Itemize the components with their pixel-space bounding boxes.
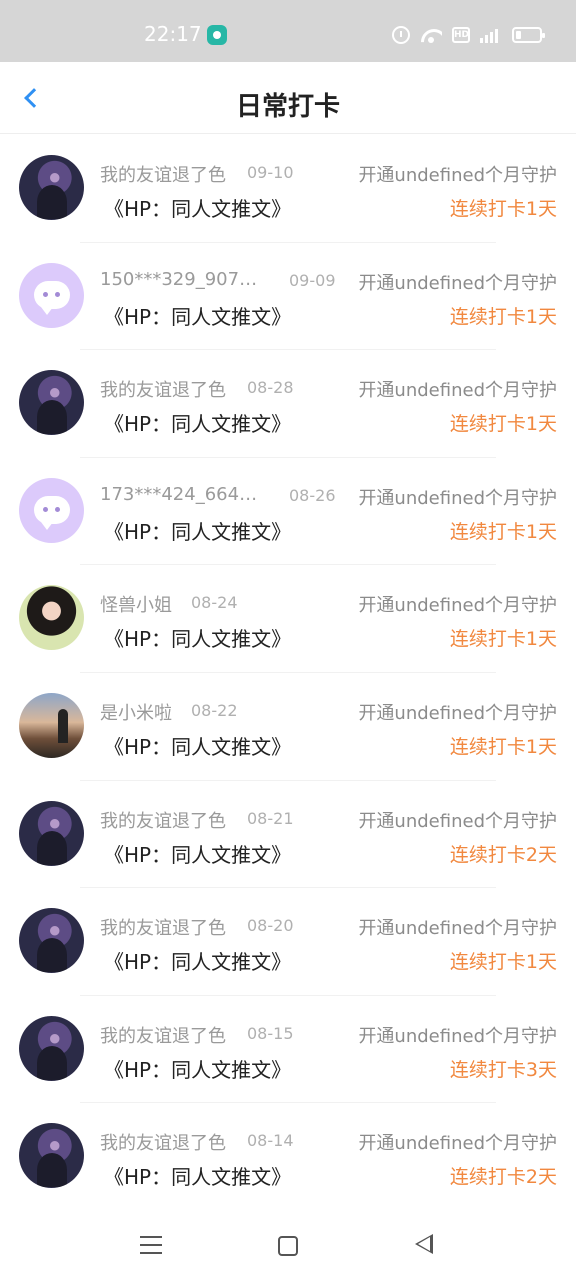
streak-count: 连续打卡3天 xyxy=(449,1058,557,1081)
avatar[interactable] xyxy=(19,692,84,758)
guard-status: 开通undefined个月守护 xyxy=(358,165,557,186)
battery-icon xyxy=(512,27,545,43)
book-title[interactable]: 《HP：同人文推文》 xyxy=(104,623,291,652)
checkin-date: 08-14 xyxy=(247,1131,294,1151)
guard-status: 开通undefined个月守护 xyxy=(358,810,557,832)
avatar[interactable] xyxy=(19,908,84,974)
book-title[interactable]: 《HP：同人文推文》 xyxy=(104,839,291,868)
user-name[interactable]: 是小米啦 xyxy=(100,699,172,725)
book-title[interactable]: 《HP：同人文推文》 xyxy=(104,408,291,437)
guard-status: 开通undefined个月守护 xyxy=(358,1025,557,1047)
list-item[interactable]: 我的友谊退了色 08-15 开通undefined个月守护 《HP：同人文推文》… xyxy=(0,996,576,1104)
page-title: 日常打卡 xyxy=(235,92,340,122)
streak-count: 连续打卡1天 xyxy=(449,951,557,974)
user-name[interactable]: 我的友谊退了色 xyxy=(100,807,226,833)
menu-icon[interactable] xyxy=(140,1236,162,1254)
streak-count: 连续打卡1天 xyxy=(449,628,557,651)
streak-count: 连续打卡1天 xyxy=(449,198,557,220)
checkin-date: 08-24 xyxy=(191,593,238,613)
status-icons: HD xyxy=(392,24,545,46)
system-navigation-bar xyxy=(0,1210,576,1280)
streak-count: 连续打卡2天 xyxy=(449,843,557,866)
streak-count: 连续打卡1天 xyxy=(449,735,557,758)
streak-count: 连续打卡1天 xyxy=(449,520,557,543)
book-title[interactable]: 《HP：同人文推文》 xyxy=(104,301,291,330)
user-name[interactable]: 173***424_66452... xyxy=(100,484,268,505)
user-name[interactable]: 我的友谊退了色 xyxy=(100,376,226,402)
user-name[interactable]: 我的友谊退了色 xyxy=(100,914,226,940)
avatar[interactable] xyxy=(19,370,84,436)
guard-status: 开通undefined个月守护 xyxy=(358,1133,557,1155)
avatar[interactable] xyxy=(19,585,84,651)
list-item[interactable]: 我的友谊退了色 08-20 开通undefined个月守护 《HP：同人文推文》… xyxy=(0,888,576,996)
checkin-date: 09-09 xyxy=(289,270,336,290)
avatar[interactable] xyxy=(19,1015,84,1081)
chat-bubble-icon xyxy=(34,495,70,530)
checkin-date: 08-26 xyxy=(289,485,336,505)
avatar[interactable] xyxy=(19,262,84,328)
chat-bubble-icon xyxy=(34,280,70,315)
guard-status: 开通undefined个月守护 xyxy=(358,918,557,940)
user-name[interactable]: 150***329_90729... xyxy=(100,269,268,290)
avatar[interactable] xyxy=(19,155,84,220)
streak-count: 连续打卡2天 xyxy=(449,1166,557,1189)
guard-status: 开通undefined个月守护 xyxy=(358,595,557,617)
app-notification-icon xyxy=(207,25,227,45)
checkin-date: 09-10 xyxy=(247,163,294,182)
checkin-date: 08-28 xyxy=(247,378,294,398)
avatar[interactable] xyxy=(19,1123,84,1189)
streak-count: 连续打卡1天 xyxy=(449,305,557,328)
list-item[interactable]: 怪兽小姐 08-24 开通undefined个月守护 《HP：同人文推文》 连续… xyxy=(0,565,576,673)
book-title[interactable]: 《HP：同人文推文》 xyxy=(104,516,291,545)
status-bar: 22:17 HD xyxy=(0,0,576,62)
streak-count: 连续打卡1天 xyxy=(449,413,557,436)
list-item[interactable]: 我的友谊退了色 08-21 开通undefined个月守护 《HP：同人文推文》… xyxy=(0,781,576,889)
list-item[interactable]: 173***424_66452... 08-26 开通undefined个月守护… xyxy=(0,458,576,566)
avatar[interactable] xyxy=(19,477,84,543)
book-title[interactable]: 《HP：同人文推文》 xyxy=(104,193,291,222)
guard-status: 开通undefined个月守护 xyxy=(358,702,557,724)
guard-status: 开通undefined个月守护 xyxy=(358,380,557,402)
book-title[interactable]: 《HP：同人文推文》 xyxy=(104,946,291,975)
user-name[interactable]: 怪兽小姐 xyxy=(100,591,172,617)
user-name[interactable]: 我的友谊退了色 xyxy=(100,1022,226,1048)
list-item[interactable]: 我的友谊退了色 08-28 开通undefined个月守护 《HP：同人文推文》… xyxy=(0,350,576,458)
book-title[interactable]: 《HP：同人文推文》 xyxy=(104,1161,291,1190)
header: 日常打卡 xyxy=(0,62,576,134)
user-name[interactable]: 我的友谊退了色 xyxy=(100,161,226,187)
list-item[interactable]: 是小米啦 08-22 开通undefined个月守护 《HP：同人文推文》 连续… xyxy=(0,673,576,781)
checkin-date: 08-22 xyxy=(191,700,238,720)
book-title[interactable]: 《HP：同人文推文》 xyxy=(104,731,291,760)
list-item[interactable]: 我的友谊退了色 09-10 开通undefined个月守护 《HP：同人文推文》… xyxy=(0,135,576,243)
guard-status: 开通undefined个月守护 xyxy=(358,272,557,294)
book-title[interactable]: 《HP：同人文推文》 xyxy=(104,1054,291,1083)
signal-icon xyxy=(480,27,502,43)
avatar[interactable] xyxy=(19,800,84,866)
user-name[interactable]: 我的友谊退了色 xyxy=(100,1129,226,1155)
checkin-date: 08-20 xyxy=(247,916,294,936)
home-icon[interactable] xyxy=(278,1236,298,1256)
hd-icon: HD xyxy=(452,27,470,43)
back-icon[interactable] xyxy=(415,1234,433,1254)
alarm-icon xyxy=(392,26,410,44)
wifi-icon xyxy=(420,27,442,43)
checkin-date: 08-21 xyxy=(247,808,294,828)
list-item[interactable]: 150***329_90729... 09-09 开通undefined个月守护… xyxy=(0,243,576,351)
status-time: 22:17 xyxy=(144,22,202,46)
guard-status: 开通undefined个月守护 xyxy=(358,487,557,509)
checkin-list: 我的友谊退了色 09-10 开通undefined个月守护 《HP：同人文推文》… xyxy=(0,135,576,1211)
checkin-date: 08-15 xyxy=(247,1023,294,1043)
list-item[interactable]: 我的友谊退了色 08-14 开通undefined个月守护 《HP：同人文推文》… xyxy=(0,1103,576,1211)
